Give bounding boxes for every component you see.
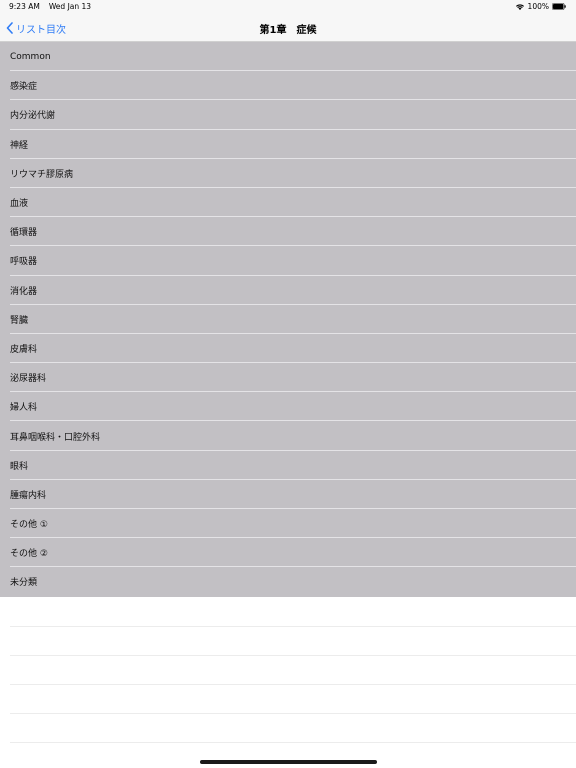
battery-percent: 100%: [527, 2, 549, 11]
list-item-infectious[interactable]: 感染症: [0, 71, 576, 101]
status-date: Wed Jan 13: [48, 2, 92, 11]
battery-icon: [552, 3, 566, 10]
list-item-label: 耳鼻咽喉科・口腔外科: [10, 432, 101, 443]
list-item-label: 未分類: [10, 578, 38, 589]
list-item-label: 腎臓: [10, 315, 29, 326]
wifi-icon: [515, 3, 524, 10]
list-item-other-2[interactable]: その他 ②: [0, 538, 576, 568]
list-item-label: 神経: [10, 140, 29, 151]
navigation-bar: リスト目次 第1章 症候: [0, 14, 576, 42]
list-item-urology[interactable]: 泌尿器科: [0, 363, 576, 393]
list-item-cardiology[interactable]: 循環器: [0, 217, 576, 247]
status-bar: 9:23 AM Wed Jan 13 100%: [0, 0, 576, 14]
row-separator: [10, 684, 576, 685]
list-item-uncategorized[interactable]: 未分類: [0, 567, 576, 596]
list-item-hematology[interactable]: 血液: [0, 188, 576, 218]
list-item-label: 眼科: [10, 461, 29, 472]
list-item-label: 婦人科: [10, 403, 38, 414]
list-item-label: 血液: [10, 199, 29, 210]
list-item-label: 感染症: [10, 82, 38, 93]
list-item-neurology[interactable]: 神経: [0, 130, 576, 159]
row-separator: [10, 713, 576, 714]
category-list: Common 感染症 内分泌代謝 神経 リウマチ膠原病 血液 循環器 呼吸器 消…: [0, 42, 576, 597]
list-item-label: 腫瘍内科: [10, 490, 47, 501]
list-item-label: 皮膚科: [10, 344, 38, 355]
list-item-other-1[interactable]: その他 ①: [0, 509, 576, 539]
list-item-endocrine[interactable]: 内分泌代謝: [0, 100, 576, 130]
list-item-label: リウマチ膠原病: [10, 169, 74, 180]
list-item-label: その他 ①: [10, 520, 48, 531]
list-item-dermatology[interactable]: 皮膚科: [0, 334, 576, 364]
list-item-label: 呼吸器: [10, 257, 38, 268]
list-item-respiratory[interactable]: 呼吸器: [0, 246, 576, 276]
status-time: 9:23 AM: [9, 2, 40, 11]
list-item-gynecology[interactable]: 婦人科: [0, 392, 576, 422]
list-item-label: 消化器: [10, 286, 38, 297]
list-item-label: 内分泌代謝: [10, 111, 56, 122]
list-item-rheumatology[interactable]: リウマチ膠原病: [0, 159, 576, 189]
status-right: 100%: [515, 2, 566, 11]
list-item-nephrology[interactable]: 腎臓: [0, 305, 576, 335]
row-separator: [10, 655, 576, 656]
list-item-label: Common: [10, 51, 51, 62]
home-indicator[interactable]: [200, 760, 377, 764]
page-title: 第1章 症候: [259, 25, 317, 36]
list-item-label: その他 ②: [10, 549, 48, 560]
list-item-label: 泌尿器科: [10, 374, 47, 385]
row-separator: [10, 742, 576, 743]
status-left: 9:23 AM Wed Jan 13: [9, 2, 91, 11]
list-item-common[interactable]: Common: [0, 42, 576, 72]
list-item-gastro[interactable]: 消化器: [0, 276, 576, 305]
list-item-ent[interactable]: 耳鼻咽喉科・口腔外科: [0, 421, 576, 451]
list-item-label: 循環器: [10, 228, 38, 239]
list-item-ophthalmology[interactable]: 眼科: [0, 451, 576, 481]
row-separator: [10, 626, 576, 627]
list-item-oncology[interactable]: 腫瘍内科: [0, 480, 576, 510]
empty-table-area: [0, 597, 576, 768]
